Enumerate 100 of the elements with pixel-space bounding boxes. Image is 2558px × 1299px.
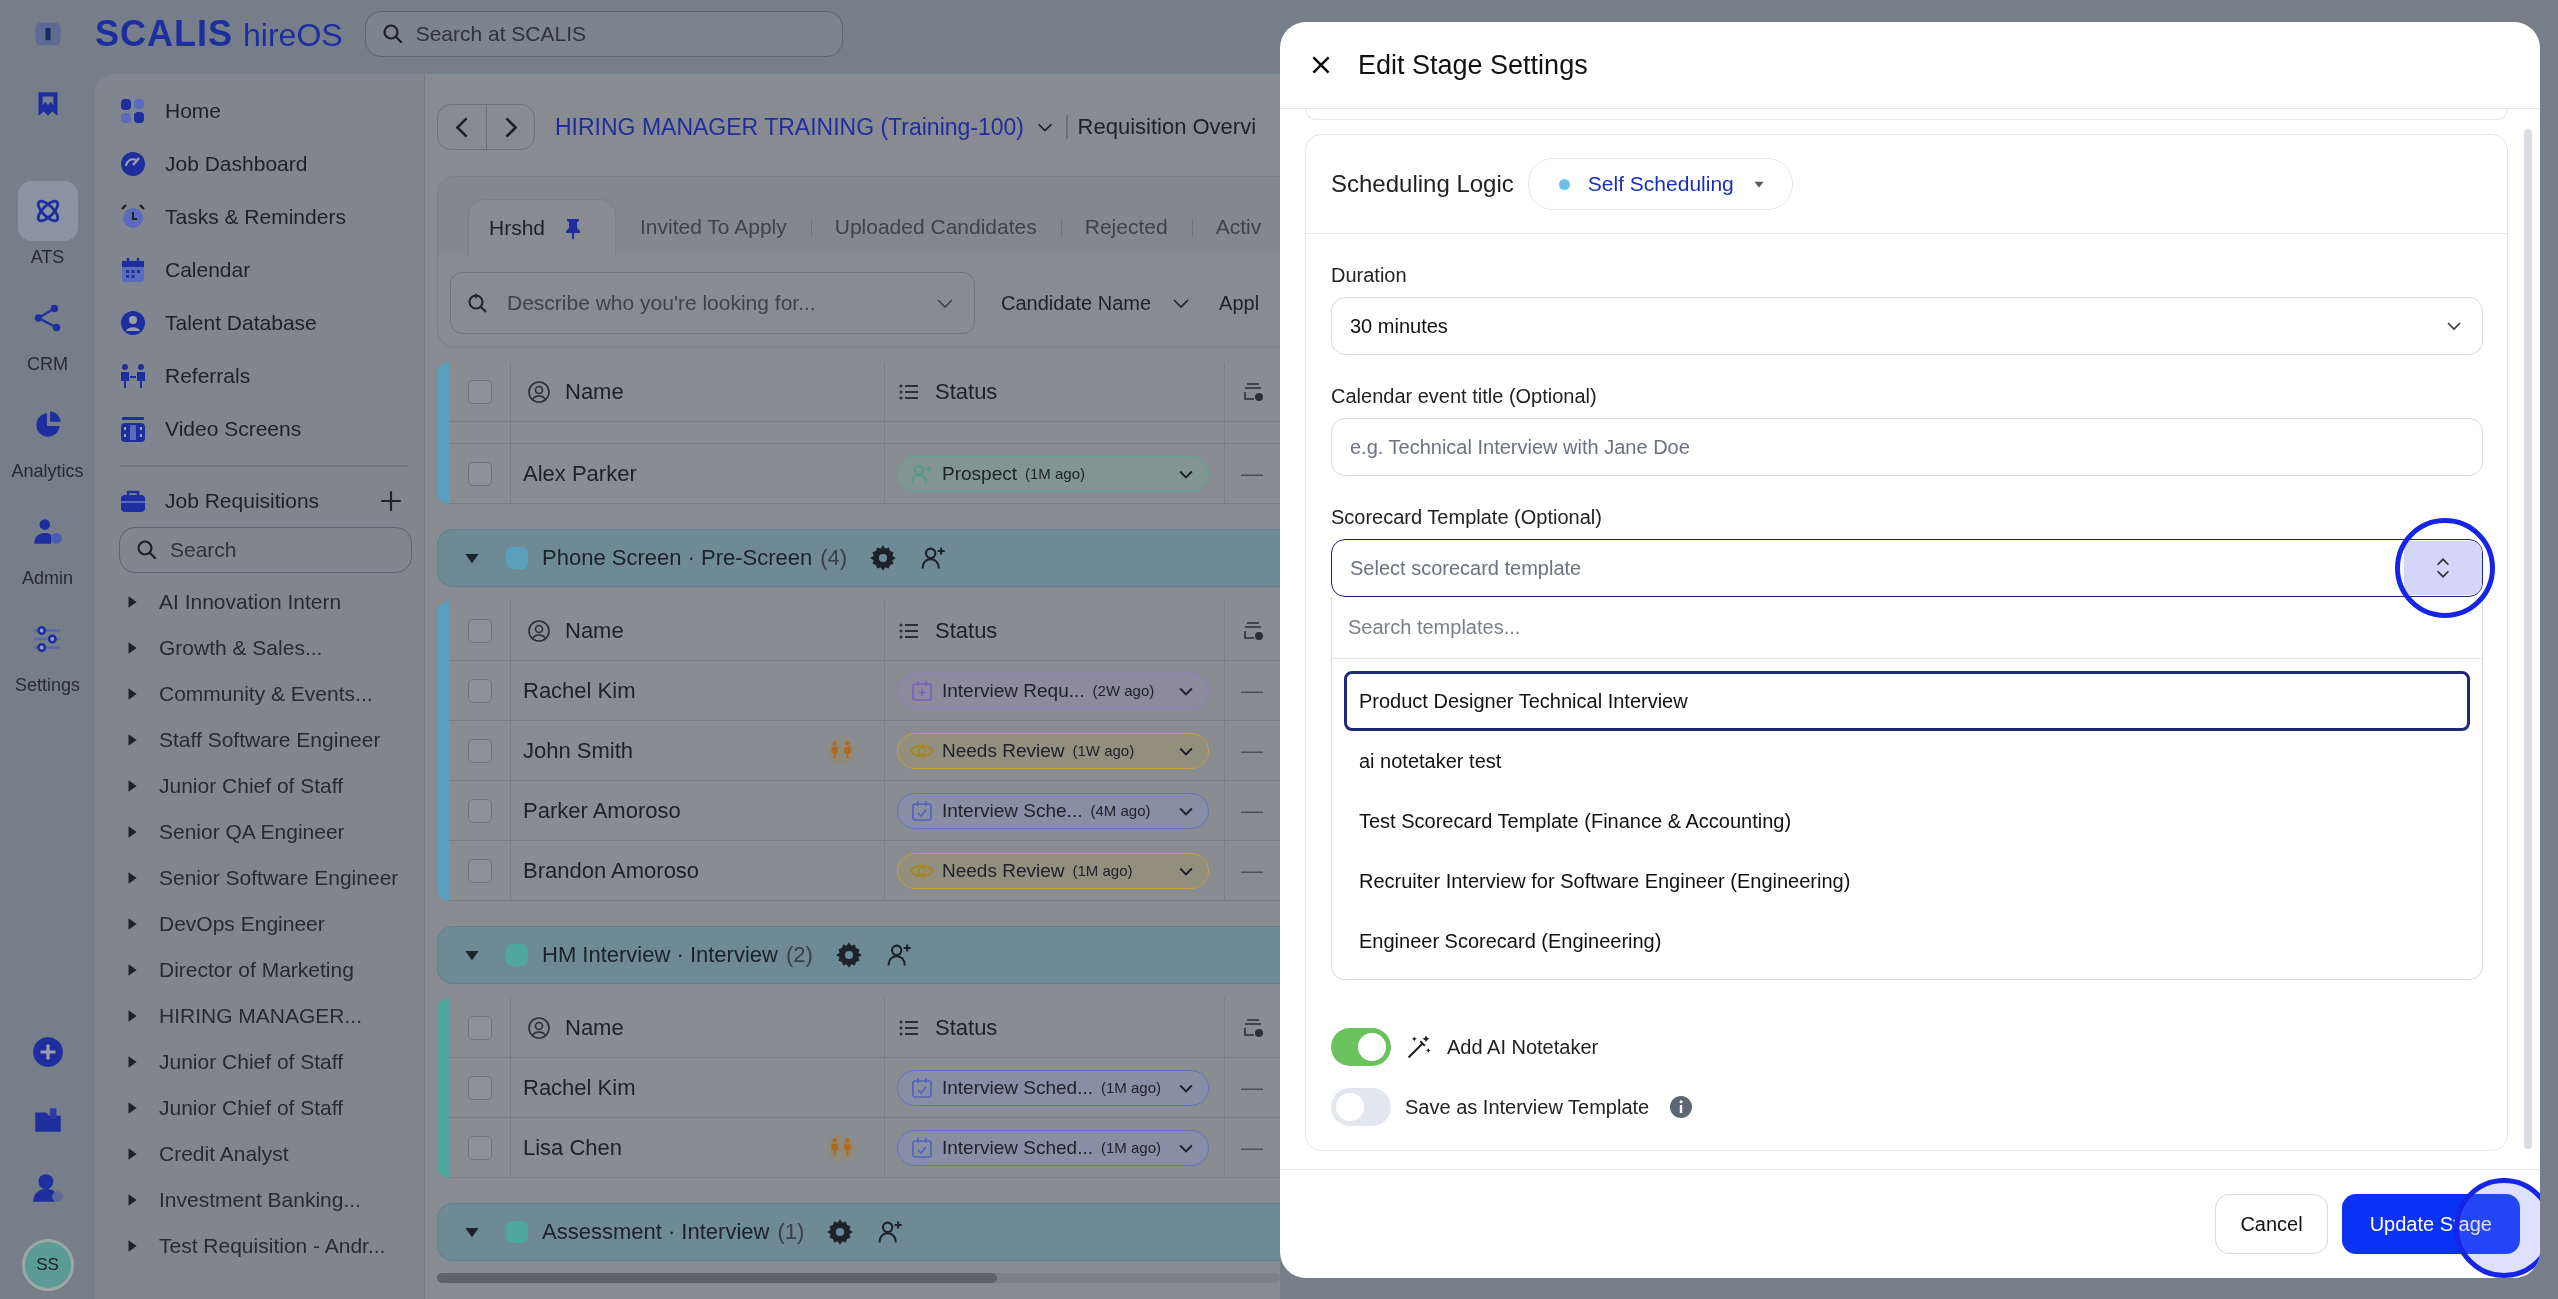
- stage-header[interactable]: Assessment · Interview (1): [437, 1203, 1280, 1261]
- requisition-title[interactable]: HIRING MANAGER TRAINING (Training-100): [555, 113, 1025, 141]
- settings-icon[interactable]: [834, 941, 863, 969]
- checkbox[interactable]: [467, 1075, 492, 1100]
- scorecard-select[interactable]: Select scorecard template: [1331, 539, 2483, 597]
- tab[interactable]: Activ: [1191, 199, 1280, 255]
- user-avatar[interactable]: SS: [21, 1239, 74, 1291]
- checkbox[interactable]: [467, 738, 492, 763]
- status-dropdown[interactable]: Interview Sched... (1M ago): [897, 1129, 1209, 1166]
- candidate-name[interactable]: John Smith: [523, 737, 634, 764]
- nav-item[interactable]: Video Screens: [95, 402, 424, 455]
- scrollbar[interactable]: [2524, 129, 2532, 1149]
- settings-icon[interactable]: [826, 1218, 855, 1246]
- stage-header[interactable]: HM Interview · Interview (2): [437, 926, 1280, 984]
- column-header[interactable]: Status: [935, 617, 998, 644]
- nav-item[interactable]: Job Dashboard: [95, 137, 424, 190]
- add-icon[interactable]: [30, 1035, 65, 1069]
- rail-label: Admin: [22, 568, 73, 589]
- people-icon: [119, 361, 147, 390]
- dropdown-option[interactable]: Test Scorecard Template (Finance & Accounting): [1344, 791, 2470, 851]
- requisition-item[interactable]: Growth & Sales...: [95, 624, 424, 671]
- nav-item[interactable]: Home: [95, 84, 424, 137]
- toggle-switch[interactable]: [1331, 1028, 1391, 1066]
- section-title: Job Requisitions: [165, 488, 321, 513]
- checkbox[interactable]: [467, 618, 492, 643]
- candidate-name[interactable]: Parker Amoroso: [523, 797, 681, 824]
- requisition-item[interactable]: Staff Software Engineer: [95, 716, 424, 763]
- ai-search-field[interactable]: Describe who you're looking for...: [450, 272, 975, 334]
- magic-wand-icon: [1405, 1033, 1433, 1061]
- stage-title: HM Interview · Interview: [542, 942, 778, 968]
- info-icon[interactable]: [1669, 1095, 1694, 1119]
- column-header[interactable]: Name: [565, 617, 624, 644]
- status-dropdown[interactable]: Interview Sche... (4M ago): [897, 792, 1209, 829]
- requisition-item[interactable]: Senior Software Engineer: [95, 854, 424, 901]
- checkbox[interactable]: [467, 798, 492, 823]
- candidate-name[interactable]: Rachel Kim: [523, 1074, 636, 1101]
- requisition-item[interactable]: AI Innovation Intern: [95, 578, 424, 625]
- tab[interactable]: Rejected: [1060, 199, 1192, 255]
- column-header[interactable]: Name: [565, 1014, 624, 1041]
- table-cell: —: [1241, 677, 1263, 704]
- column-header[interactable]: Status: [935, 378, 998, 405]
- requisition-item[interactable]: Director of Marketing: [95, 946, 424, 993]
- checkbox[interactable]: [467, 1135, 492, 1160]
- cancel-button[interactable]: Cancel: [2215, 1194, 2328, 1254]
- status-dropdown[interactable]: Interview Sched... (1M ago): [897, 1069, 1209, 1106]
- checkbox[interactable]: [467, 461, 492, 486]
- status-dropdown[interactable]: Interview Requ... (2W ago): [897, 672, 1209, 709]
- requisition-item[interactable]: HIRING MANAGER...: [95, 992, 424, 1039]
- user-icon[interactable]: [30, 1171, 65, 1205]
- nav-item[interactable]: Referrals: [95, 349, 424, 402]
- candidate-name[interactable]: Alex Parker: [523, 460, 637, 487]
- requisition-item[interactable]: Junior Chief of Staff: [95, 1084, 424, 1131]
- tab[interactable]: Uploaded Candidates: [810, 199, 1061, 255]
- candidate-name[interactable]: Brandon Amoroso: [523, 857, 700, 884]
- requisition-item[interactable]: Junior Chief of Staff: [95, 762, 424, 809]
- status-dropdown[interactable]: Prospect (1M ago): [897, 455, 1209, 492]
- nav-item[interactable]: Talent Database: [95, 296, 424, 349]
- toggle-switch[interactable]: [1331, 1088, 1391, 1126]
- rail-button[interactable]: [17, 181, 78, 241]
- duration-select[interactable]: 30 minutes: [1331, 297, 2483, 355]
- requisition-item[interactable]: DevOps Engineer: [95, 900, 424, 947]
- checkbox[interactable]: [467, 858, 492, 883]
- search-field[interactable]: Search: [119, 526, 412, 573]
- dropdown-option[interactable]: ai notetaker test: [1344, 731, 2470, 791]
- tab[interactable]: Hrshd: [468, 199, 617, 255]
- nav-item[interactable]: Calendar: [95, 243, 424, 296]
- status-dropdown[interactable]: Needs Review (1M ago): [897, 852, 1209, 889]
- requisition-item[interactable]: Community & Events...: [95, 670, 424, 717]
- nav-item[interactable]: Tasks & Reminders: [95, 190, 424, 243]
- dropdown-option[interactable]: Product Designer Technical Interview: [1344, 671, 2470, 731]
- requisition-item[interactable]: Senior QA Engineer: [95, 808, 424, 855]
- field-label: Calendar event title (Optional): [1331, 385, 1598, 408]
- rail-label: Analytics: [11, 461, 84, 482]
- table-cell: —: [1241, 460, 1263, 487]
- column-header[interactable]: Status: [935, 1014, 998, 1041]
- filter-dropdown[interactable]: Appl: [1219, 291, 1260, 315]
- search-field[interactable]: Search at SCALIS: [364, 11, 843, 57]
- dropdown-option[interactable]: Recruiter Interview for Software Engineer (Engineering): [1344, 851, 2470, 911]
- requisition-item[interactable]: Investment Banking...: [95, 1176, 424, 1223]
- event-title-field[interactable]: e.g. Technical Interview with Jane Doe: [1331, 418, 2483, 476]
- candidate-name[interactable]: Lisa Chen: [523, 1134, 623, 1161]
- filter-dropdown[interactable]: Candidate Name: [1001, 291, 1194, 315]
- expand-toggle[interactable]: [2404, 541, 2482, 595]
- scheduling-dropdown[interactable]: Self Scheduling: [1527, 158, 1793, 210]
- column-header[interactable]: Name: [565, 378, 624, 405]
- dropdown-option[interactable]: Engineer Scorecard (Engineering): [1344, 911, 2470, 971]
- status-dropdown[interactable]: Needs Review (1W ago): [897, 732, 1209, 769]
- checkbox[interactable]: [467, 379, 492, 404]
- stage-header[interactable]: Phone Screen · Pre-Screen (4): [437, 529, 1280, 587]
- scrollbar-thumb[interactable]: [437, 1273, 997, 1283]
- candidate-name[interactable]: Rachel Kim: [523, 677, 636, 704]
- settings-icon[interactable]: [869, 544, 898, 572]
- requisition-item[interactable]: Test Requisition - Andr...: [95, 1222, 424, 1269]
- checkbox[interactable]: [467, 678, 492, 703]
- requisition-item[interactable]: Junior Chief of Staff: [95, 1038, 424, 1085]
- tab[interactable]: Invited To Apply: [616, 199, 811, 255]
- requisition-item[interactable]: Credit Analyst: [95, 1130, 424, 1177]
- rail-label: Settings: [14, 675, 80, 696]
- rail-label: ATS: [30, 247, 65, 268]
- checkbox[interactable]: [467, 1015, 492, 1040]
